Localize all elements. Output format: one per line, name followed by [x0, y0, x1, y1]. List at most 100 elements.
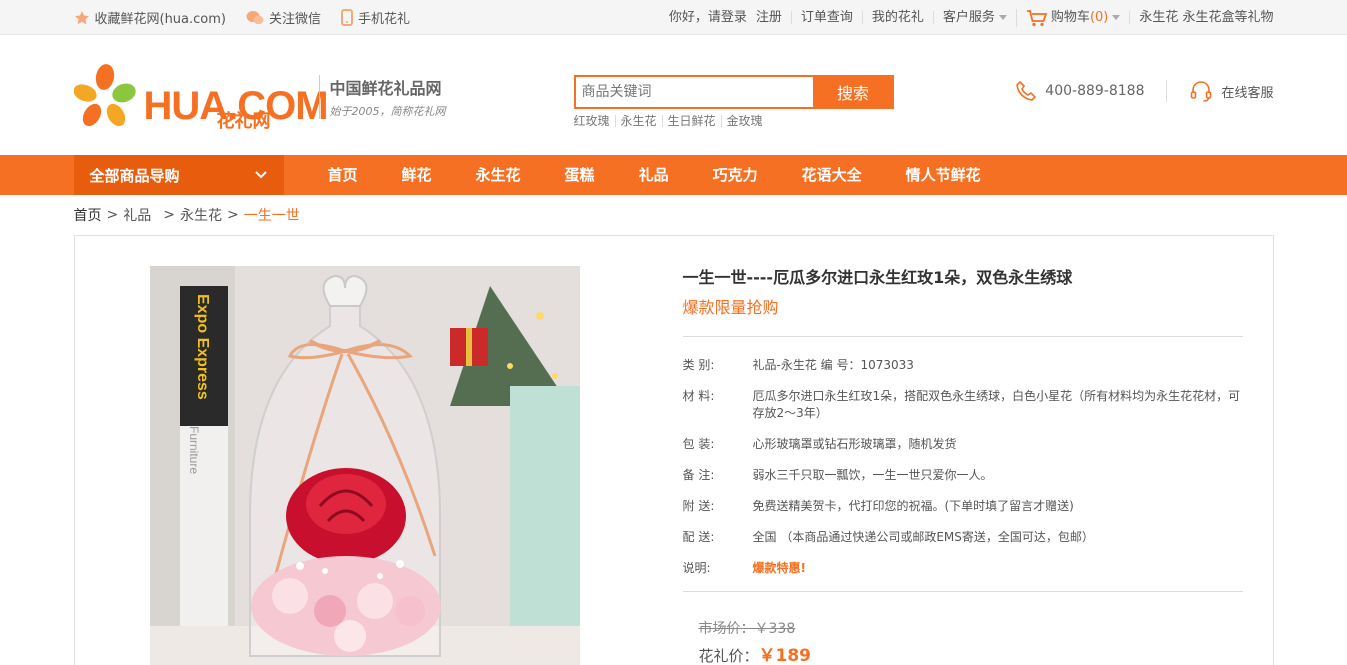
product-image[interactable]: Expo Express Furniture — [149, 266, 580, 665]
top-bar: 收藏鲜花网(hua.com) 关注微信 手机花礼 你好，请登录 注册 订单查询 … — [0, 0, 1347, 35]
cart-count: (0) — [1089, 10, 1109, 25]
product-properties: 类 别: 礼品-永生花 编 号：1073033 材 料: 厄瓜多尔进口永生红玫1… — [683, 357, 1243, 577]
nav-item-chocolate[interactable]: 巧克力 — [691, 155, 780, 195]
nav-item-cake[interactable]: 蛋糕 — [543, 155, 617, 195]
property-value: 心形玻璃罩或钻石形玻璃罩，随机发货 — [752, 437, 957, 451]
login-label: 你好，请登录 — [668, 10, 747, 25]
chevron-down-icon — [254, 171, 267, 179]
property-value: 爆款特惠! — [752, 561, 806, 575]
cart-label: 购物车 — [1050, 10, 1090, 25]
hotline: 400-889-8188 — [1015, 80, 1168, 102]
breadcrumb-gifts[interactable]: 礼品 — [123, 205, 151, 225]
hotwords: 红玫瑰 永生花 生日鲜花 金玫瑰 — [574, 115, 894, 127]
nav-item-preserved-flowers[interactable]: 永生花 — [454, 155, 543, 195]
property-key: 包 装: — [682, 437, 715, 451]
cart-icon — [1026, 9, 1048, 26]
book-spine-label-2: Furniture — [187, 426, 201, 474]
hotline-number: 400-889-8188 — [1045, 83, 1145, 99]
phone-icon — [341, 9, 354, 26]
my-hua-link[interactable]: 我的花礼 — [861, 11, 933, 24]
login-link[interactable]: 你好，请登录 注册 — [669, 11, 791, 24]
nav-item-home[interactable]: 首页 — [306, 155, 380, 195]
all-categories-label: 全部商品导购 — [89, 166, 180, 185]
nav-item-gifts[interactable]: 礼品 — [617, 155, 691, 195]
property-key: 类 别: — [682, 358, 715, 372]
product-photo-illustration: Expo Express Furniture — [149, 266, 580, 665]
slogan-sub: 始于2005，简称花礼网 — [329, 105, 446, 118]
property-key: 说明: — [682, 561, 711, 575]
register-link[interactable]: 注册 — [756, 11, 782, 24]
hua-price-label: 花礼价： — [698, 647, 759, 665]
site-logo[interactable]: 花礼网 HUA.COM — [73, 63, 329, 132]
follow-wechat-link[interactable]: 关注微信 — [246, 8, 321, 27]
slogan-main: 中国鲜花礼品网 — [329, 79, 442, 98]
hua-price-value: ￥189 — [758, 646, 812, 665]
product-panel: Expo Express Furniture 一生一世----厄瓜多尔进口永生红… — [73, 235, 1274, 665]
divider — [682, 336, 1243, 337]
customer-service-label: 客户服务 — [942, 10, 995, 25]
property-row: 备 注: 弱水三千只取一瓢饮，一生一世只爱你一人。 — [683, 467, 1243, 484]
property-key: 附 送: — [682, 499, 715, 513]
property-key: 材 料: — [682, 389, 715, 403]
breadcrumb-preserved-flowers[interactable]: 永生花 — [180, 205, 222, 225]
all-categories-menu[interactable]: 全部商品导购 — [73, 155, 284, 195]
property-key: 备 注: — [682, 468, 715, 482]
slogan: 中国鲜花礼品网 始于2005，简称花礼网 — [318, 75, 446, 119]
search-button[interactable]: 搜索 — [812, 75, 894, 109]
site-header: 花礼网 HUA.COM 中国鲜花礼品网 始于2005，简称花礼网 搜索 红玫瑰 … — [73, 35, 1274, 155]
follow-wechat-label: 关注微信 — [269, 12, 322, 27]
order-query-link[interactable]: 订单查询 — [790, 11, 862, 24]
online-service-label: 在线客服 — [1221, 85, 1274, 101]
search-area: 搜索 红玫瑰 永生花 生日鲜花 金玫瑰 — [573, 75, 894, 127]
market-price-label: 市场价： — [698, 621, 755, 637]
promo-link[interactable]: 永生花 永生花盒等礼物 — [1129, 11, 1274, 24]
main-nav: 全部商品导购 首页 鲜花 永生花 蛋糕 礼品 巧克力 花语大全 情人节鲜花 — [0, 155, 1347, 195]
property-row: 包 装: 心形玻璃罩或钻石形玻璃罩，随机发货 — [683, 436, 1243, 453]
mobile-link[interactable]: 手机花礼 — [341, 8, 410, 27]
search-input[interactable] — [573, 75, 813, 109]
price-area: 市场价：￥338 花礼价：￥189 — [683, 618, 1243, 665]
hotword-link[interactable]: 金玫瑰 — [720, 115, 768, 127]
product-title: 一生一世----厄瓜多尔进口永生红玫1朵，双色永生绣球 — [682, 268, 1073, 287]
divider — [682, 591, 1243, 592]
logo-cn-text: 花礼网 — [216, 111, 271, 132]
flower-logo-icon — [73, 64, 136, 127]
property-value: 礼品-永生花 编 号：1073033 — [752, 358, 914, 372]
breadcrumb-current: 一生一世 — [243, 208, 300, 224]
hotword-link[interactable]: 永生花 — [614, 115, 662, 127]
property-row: 类 别: 礼品-永生花 编 号：1073033 — [683, 357, 1243, 374]
product-info: 一生一世----厄瓜多尔进口永生红玫1朵，双色永生绣球 爆款限量抢购 类 别: … — [682, 264, 1243, 665]
property-value: 弱水三千只取一瓢饮，一生一世只爱你一人。 — [752, 468, 993, 482]
chevron-down-icon — [998, 15, 1007, 20]
wechat-icon — [246, 10, 264, 24]
contact-area: 400-889-8188 在线客服 — [1015, 79, 1274, 103]
nav-item-flowers[interactable]: 鲜花 — [380, 155, 454, 195]
bookmark-link[interactable]: 收藏鲜花网(hua.com) — [74, 8, 227, 27]
property-row: 材 料: 厄瓜多尔进口永生红玫1朵，搭配双色永生绣球，白色小星花（所有材料均为永… — [683, 388, 1243, 422]
market-price-value: ￥338 — [754, 621, 796, 637]
hotword-link[interactable]: 生日鲜花 — [661, 115, 721, 127]
mobile-label: 手机花礼 — [358, 12, 411, 27]
market-price: 市场价：￥338 — [699, 618, 1243, 638]
online-service-link[interactable]: 在线客服 — [1167, 79, 1274, 103]
property-value: 全国 （本商品通过快递公司或邮政EMS寄送，全国可达，包邮） — [752, 530, 1094, 544]
property-key: 配 送: — [682, 530, 715, 544]
chevron-down-icon — [1112, 15, 1121, 20]
nav-item-valentines[interactable]: 情人节鲜花 — [884, 155, 1003, 195]
star-icon — [74, 10, 89, 24]
breadcrumb: 首页 > 礼品 > 永生花 > 一生一世 — [73, 205, 300, 225]
property-value: 厄瓜多尔进口永生红玫1朵，搭配双色永生绣球，白色小星花（所有材料均为永生花花材，… — [752, 389, 1241, 420]
property-row: 说明: 爆款特惠! — [683, 560, 1243, 577]
hotword-link[interactable]: 红玫瑰 — [574, 115, 615, 127]
customer-service-menu[interactable]: 客户服务 — [932, 10, 1016, 25]
book-spine-label: Expo Express — [194, 294, 211, 400]
breadcrumb-home[interactable]: 首页 — [74, 205, 102, 225]
headset-icon — [1191, 81, 1212, 102]
product-subtitle: 爆款限量抢购 — [682, 298, 779, 317]
property-row: 附 送: 免费送精美贺卡，代打印您的祝福。(下单时填了留言才赠送) — [683, 498, 1243, 515]
nav-item-flower-language[interactable]: 花语大全 — [780, 155, 884, 195]
telephone-icon — [1016, 80, 1037, 101]
property-row: 配 送: 全国 （本商品通过快递公司或邮政EMS寄送，全国可达，包邮） — [683, 529, 1243, 546]
cart-link[interactable]: 购物车 (0) — [1015, 8, 1129, 27]
bookmark-label: 收藏鲜花网(hua.com) — [94, 12, 227, 27]
